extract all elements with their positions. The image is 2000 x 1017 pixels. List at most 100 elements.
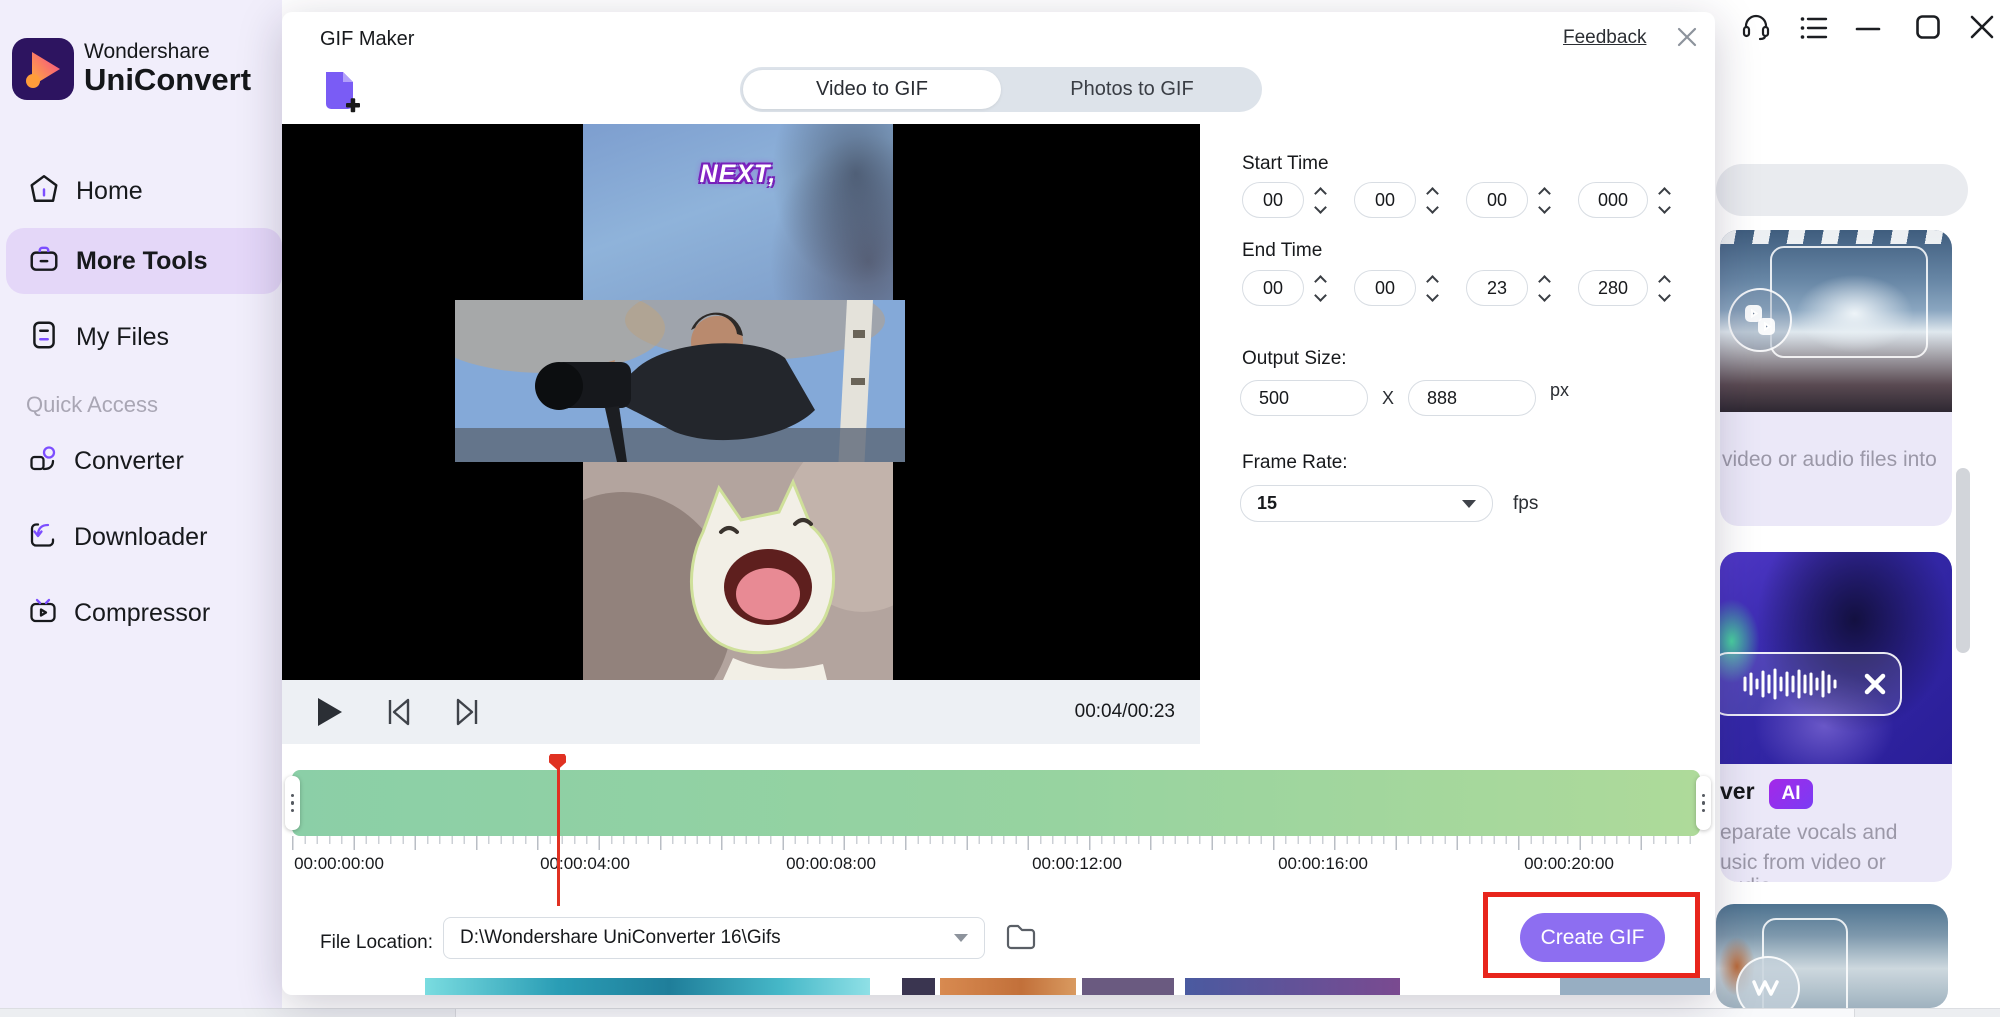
start-millis-field[interactable]: 000 [1578,182,1648,218]
task-list-icon[interactable] [1798,12,1830,44]
start-seconds-stepper[interactable] [1532,182,1556,218]
next-frame-button[interactable] [450,696,484,728]
play-button[interactable] [318,698,342,726]
minimize-icon[interactable] [1852,12,1884,44]
timeline-tick-label: 00:00:12:00 [1032,854,1122,873]
timeline-tick-label: 00:00:00:00 [294,854,384,873]
px-unit-label: px [1550,380,1570,400]
headset-icon[interactable] [1740,10,1772,42]
timeline-clip-bar[interactable] [292,770,1700,836]
home-icon [28,173,60,210]
downloader-icon [28,520,58,555]
end-seconds-stepper[interactable] [1532,270,1556,306]
video-thumbnail-strip [1082,978,1174,995]
timeline-tick-label: 00:00:04:00 [540,854,630,873]
vocal-card-image [1720,552,1952,764]
size-x-separator: X [1382,387,1395,408]
chevron-down-icon [954,934,968,942]
end-millis-stepper[interactable] [1652,270,1676,306]
end-millis-field[interactable]: 280 [1578,270,1648,306]
convert-badge-icon [1728,288,1792,352]
gif-maker-dialog: GIF Maker Feedback Video to GIF Photos t… [282,12,1715,995]
sidebar-item-home[interactable]: Home [0,158,282,224]
sidebar-item-label: My Files [76,322,170,351]
scrollbar-thumb[interactable] [1956,468,1970,653]
tab-video-to-gif[interactable]: Video to GIF [743,70,1001,109]
video-thumbnail-strip [940,978,1076,995]
end-hours-field[interactable]: 00 [1242,270,1304,306]
frame-rate-label: Frame Rate: [1242,452,1348,473]
file-location-dropdown[interactable]: D:\Wondershare UniConverter 16\Gifs [443,917,985,959]
previous-frame-button[interactable] [382,696,416,728]
output-height-field[interactable]: 888 [1408,380,1537,416]
create-gif-button[interactable]: Create GIF [1520,913,1665,962]
video-preview: NEXT, [282,124,1200,680]
end-seconds-field[interactable]: 23 [1466,270,1528,306]
uniconverter-logo-icon [12,38,74,100]
close-icon[interactable] [1966,11,1998,43]
timeline-left-trim-handle[interactable] [285,776,300,830]
sidebar-item-more-tools[interactable]: More Tools [6,228,282,294]
waveform-icon [1743,668,1837,700]
sidebar-item-label: Home [76,176,143,205]
compressor-icon [28,596,58,631]
frame-rate-row: 15 fps [1240,485,1538,522]
start-minutes-field[interactable]: 00 [1354,182,1416,218]
converter-card-image [1720,230,1952,412]
ai-badge: AI [1769,779,1813,809]
file-icon [28,319,60,356]
start-millis-stepper[interactable] [1652,182,1676,218]
converter-card-description: video or audio files into [1722,448,1937,471]
vocal-card-desc2: usic from video or audio... [1720,851,1886,882]
video-thumbnail-strip [902,978,935,995]
sidebar-item-my-files[interactable]: My Files [0,304,282,370]
feedback-link[interactable]: Feedback [1563,27,1646,49]
maximize-icon[interactable] [1912,11,1944,43]
sidebar-item-downloader[interactable]: Downloader [0,504,282,570]
vocal-remover-tool-card[interactable]: ver AI eparate vocals and usic from vide… [1720,552,1952,882]
browse-folder-icon[interactable] [1005,922,1037,957]
end-time-row: 00 00 23 280 [1242,270,1676,306]
sidebar-item-label: Compressor [74,598,211,627]
converter-tool-card[interactable]: video or audio files into [1720,230,1952,526]
sidebar: Wondershare UniConvert Home More Tools M… [0,0,282,1008]
sidebar-item-compressor[interactable]: Compressor [0,580,282,646]
start-hours-stepper[interactable] [1308,182,1332,218]
file-location-value: D:\Wondershare UniConverter 16\Gifs [460,927,781,948]
sidebar-item-label: Converter [74,446,184,475]
dialog-title: GIF Maker [320,28,415,50]
dialog-close-icon[interactable] [1672,22,1702,52]
start-minutes-stepper[interactable] [1420,182,1444,218]
start-hours-field[interactable]: 00 [1242,182,1304,218]
timeline-right-trim-handle[interactable] [1696,776,1711,830]
frame-rate-dropdown[interactable]: 15 [1240,485,1493,522]
end-minutes-field[interactable]: 00 [1354,270,1416,306]
add-file-button[interactable] [318,68,362,116]
remove-vocal-x-icon [1864,673,1886,695]
playhead-marker[interactable] [549,754,566,770]
quick-access-label: Quick Access [26,392,159,417]
vocal-card-desc1: eparate vocals and [1720,821,1898,844]
start-time-label: Start Time [1242,153,1329,174]
end-hours-stepper[interactable] [1308,270,1332,306]
taskbar-strip [0,1008,2000,1017]
timeline-tick-label: 00:00:16:00 [1278,854,1368,873]
tab-photos-to-gif[interactable]: Photos to GIF [1002,67,1262,112]
output-width-field[interactable]: 500 [1240,380,1368,416]
preview-overlay-text: NEXT, [699,160,777,188]
frame-rate-value: 15 [1257,493,1278,513]
sidebar-item-label: Downloader [74,522,208,551]
search-bar[interactable] [1716,164,1968,216]
end-time-label: End Time [1242,240,1323,261]
start-seconds-field[interactable]: 00 [1466,182,1528,218]
preview-frame-bottom [583,462,893,680]
toolbox-icon [28,243,60,280]
timeline-tick-label: 00:00:08:00 [786,854,876,873]
sidebar-item-converter[interactable]: Converter [0,428,282,494]
waveform-pill [1720,652,1902,716]
vocal-card-title: ver [1720,778,1755,804]
watermark-tool-card[interactable] [1716,904,1948,1008]
playhead-line[interactable] [557,766,560,906]
converter-icon [28,444,58,479]
end-minutes-stepper[interactable] [1420,270,1444,306]
